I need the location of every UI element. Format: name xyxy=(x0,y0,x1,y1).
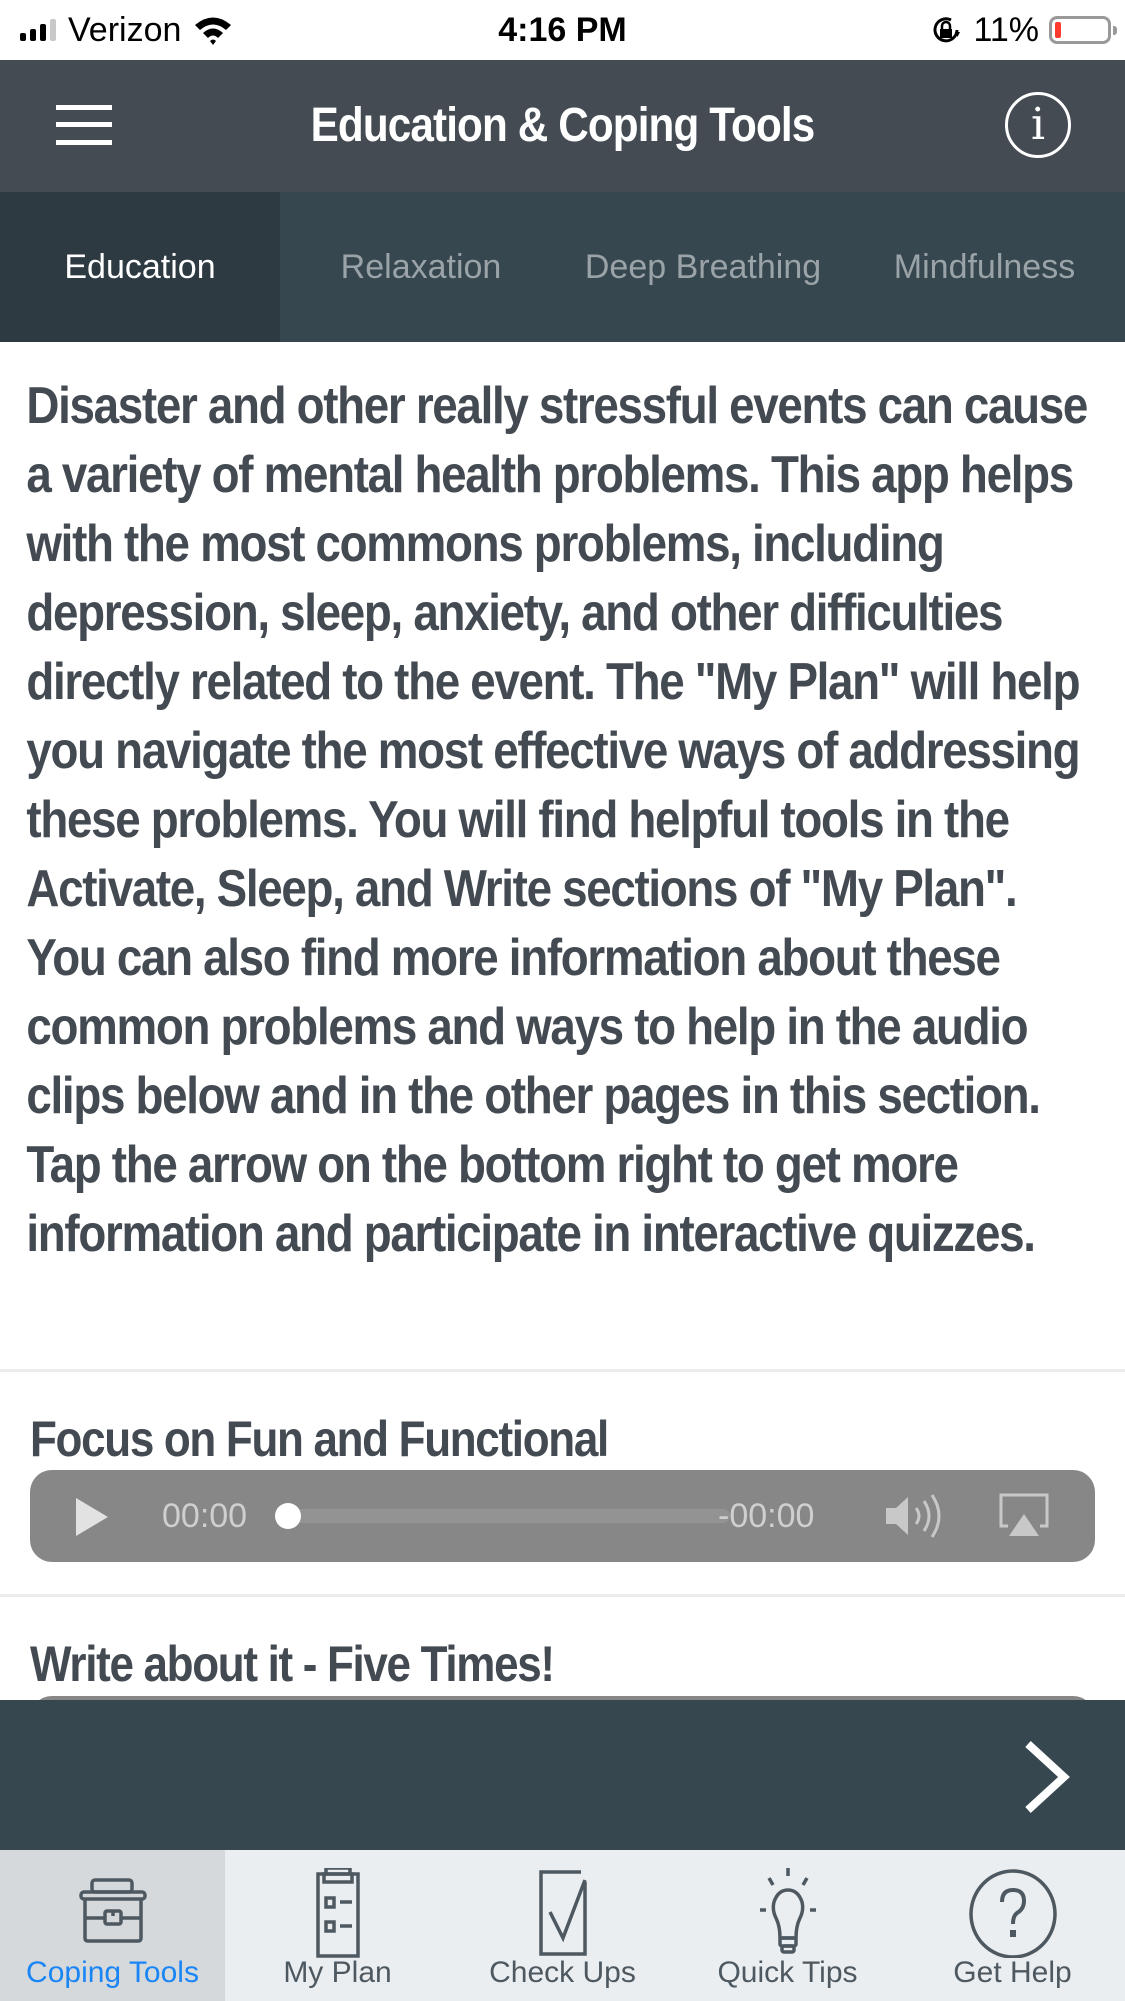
question-circle-icon xyxy=(968,1869,1057,1958)
lightbulb-icon xyxy=(759,1868,816,1954)
app-header: Education & Coping Tools i xyxy=(0,60,1125,192)
audio-clip-title: Write about it - Five Times! xyxy=(30,1636,555,1692)
toolbox-icon xyxy=(78,1878,147,1943)
tab-label: Coping Tools xyxy=(26,1956,199,1989)
tab-coping-tools[interactable]: Coping Tools xyxy=(0,1850,225,2001)
status-right: 11% xyxy=(929,8,1117,52)
checkbox-icon xyxy=(538,1870,587,1956)
clipboard-checklist-icon xyxy=(315,1868,360,1958)
tab-education[interactable]: Education xyxy=(0,192,280,342)
info-icon[interactable]: i xyxy=(1005,92,1071,158)
orientation-lock-icon xyxy=(934,17,961,43)
audio-player: 00:00 -00:00 xyxy=(30,1470,1095,1562)
tab-label: Get Help xyxy=(953,1956,1072,1989)
seek-slider[interactable] xyxy=(275,1503,730,1529)
content-scroll-area[interactable]: Disaster and other really stressful even… xyxy=(0,342,1125,1700)
tab-get-help[interactable]: Get Help xyxy=(900,1850,1125,2001)
section-tabs: Education Relaxation Deep Breathing Mind… xyxy=(0,192,1125,342)
tab-deep-breathing[interactable]: Deep Breathing xyxy=(562,192,844,342)
remaining-time: -00:00 xyxy=(718,1497,815,1535)
battery-percent: 11% xyxy=(973,10,1039,49)
tab-check-ups[interactable]: Check Ups xyxy=(450,1850,675,2001)
battery-level xyxy=(1055,22,1061,38)
battery-icon xyxy=(1049,16,1117,44)
intro-text: Disaster and other really stressful even… xyxy=(26,377,1088,1263)
tab-mindfulness[interactable]: Mindfulness xyxy=(844,192,1125,342)
audio-clip-title: Focus on Fun and Functional xyxy=(30,1411,609,1467)
status-bar: Verizon 4:16 PM 11% xyxy=(0,0,1125,60)
next-bar xyxy=(0,1700,1125,1850)
elapsed-time: 00:00 xyxy=(162,1497,248,1535)
airplay-icon[interactable] xyxy=(998,1492,1050,1538)
page-title: Education & Coping Tools xyxy=(310,99,816,152)
divider xyxy=(0,1369,1125,1372)
chevron-right-icon[interactable] xyxy=(1020,1740,1080,1814)
bottom-tab-bar: Coping Tools My Plan Check Ups Quick Tip… xyxy=(0,1850,1125,2001)
seek-slider-knob[interactable] xyxy=(275,1503,301,1529)
tab-relaxation[interactable]: Relaxation xyxy=(280,192,562,342)
tab-label: Quick Tips xyxy=(717,1956,858,1989)
play-icon[interactable] xyxy=(76,1498,108,1536)
tab-quick-tips[interactable]: Quick Tips xyxy=(675,1850,900,2001)
tab-my-plan[interactable]: My Plan xyxy=(225,1850,450,2001)
volume-icon[interactable] xyxy=(882,1492,952,1540)
divider xyxy=(0,1594,1125,1597)
tab-label: Check Ups xyxy=(489,1956,636,1989)
tab-label: My Plan xyxy=(283,1956,392,1989)
